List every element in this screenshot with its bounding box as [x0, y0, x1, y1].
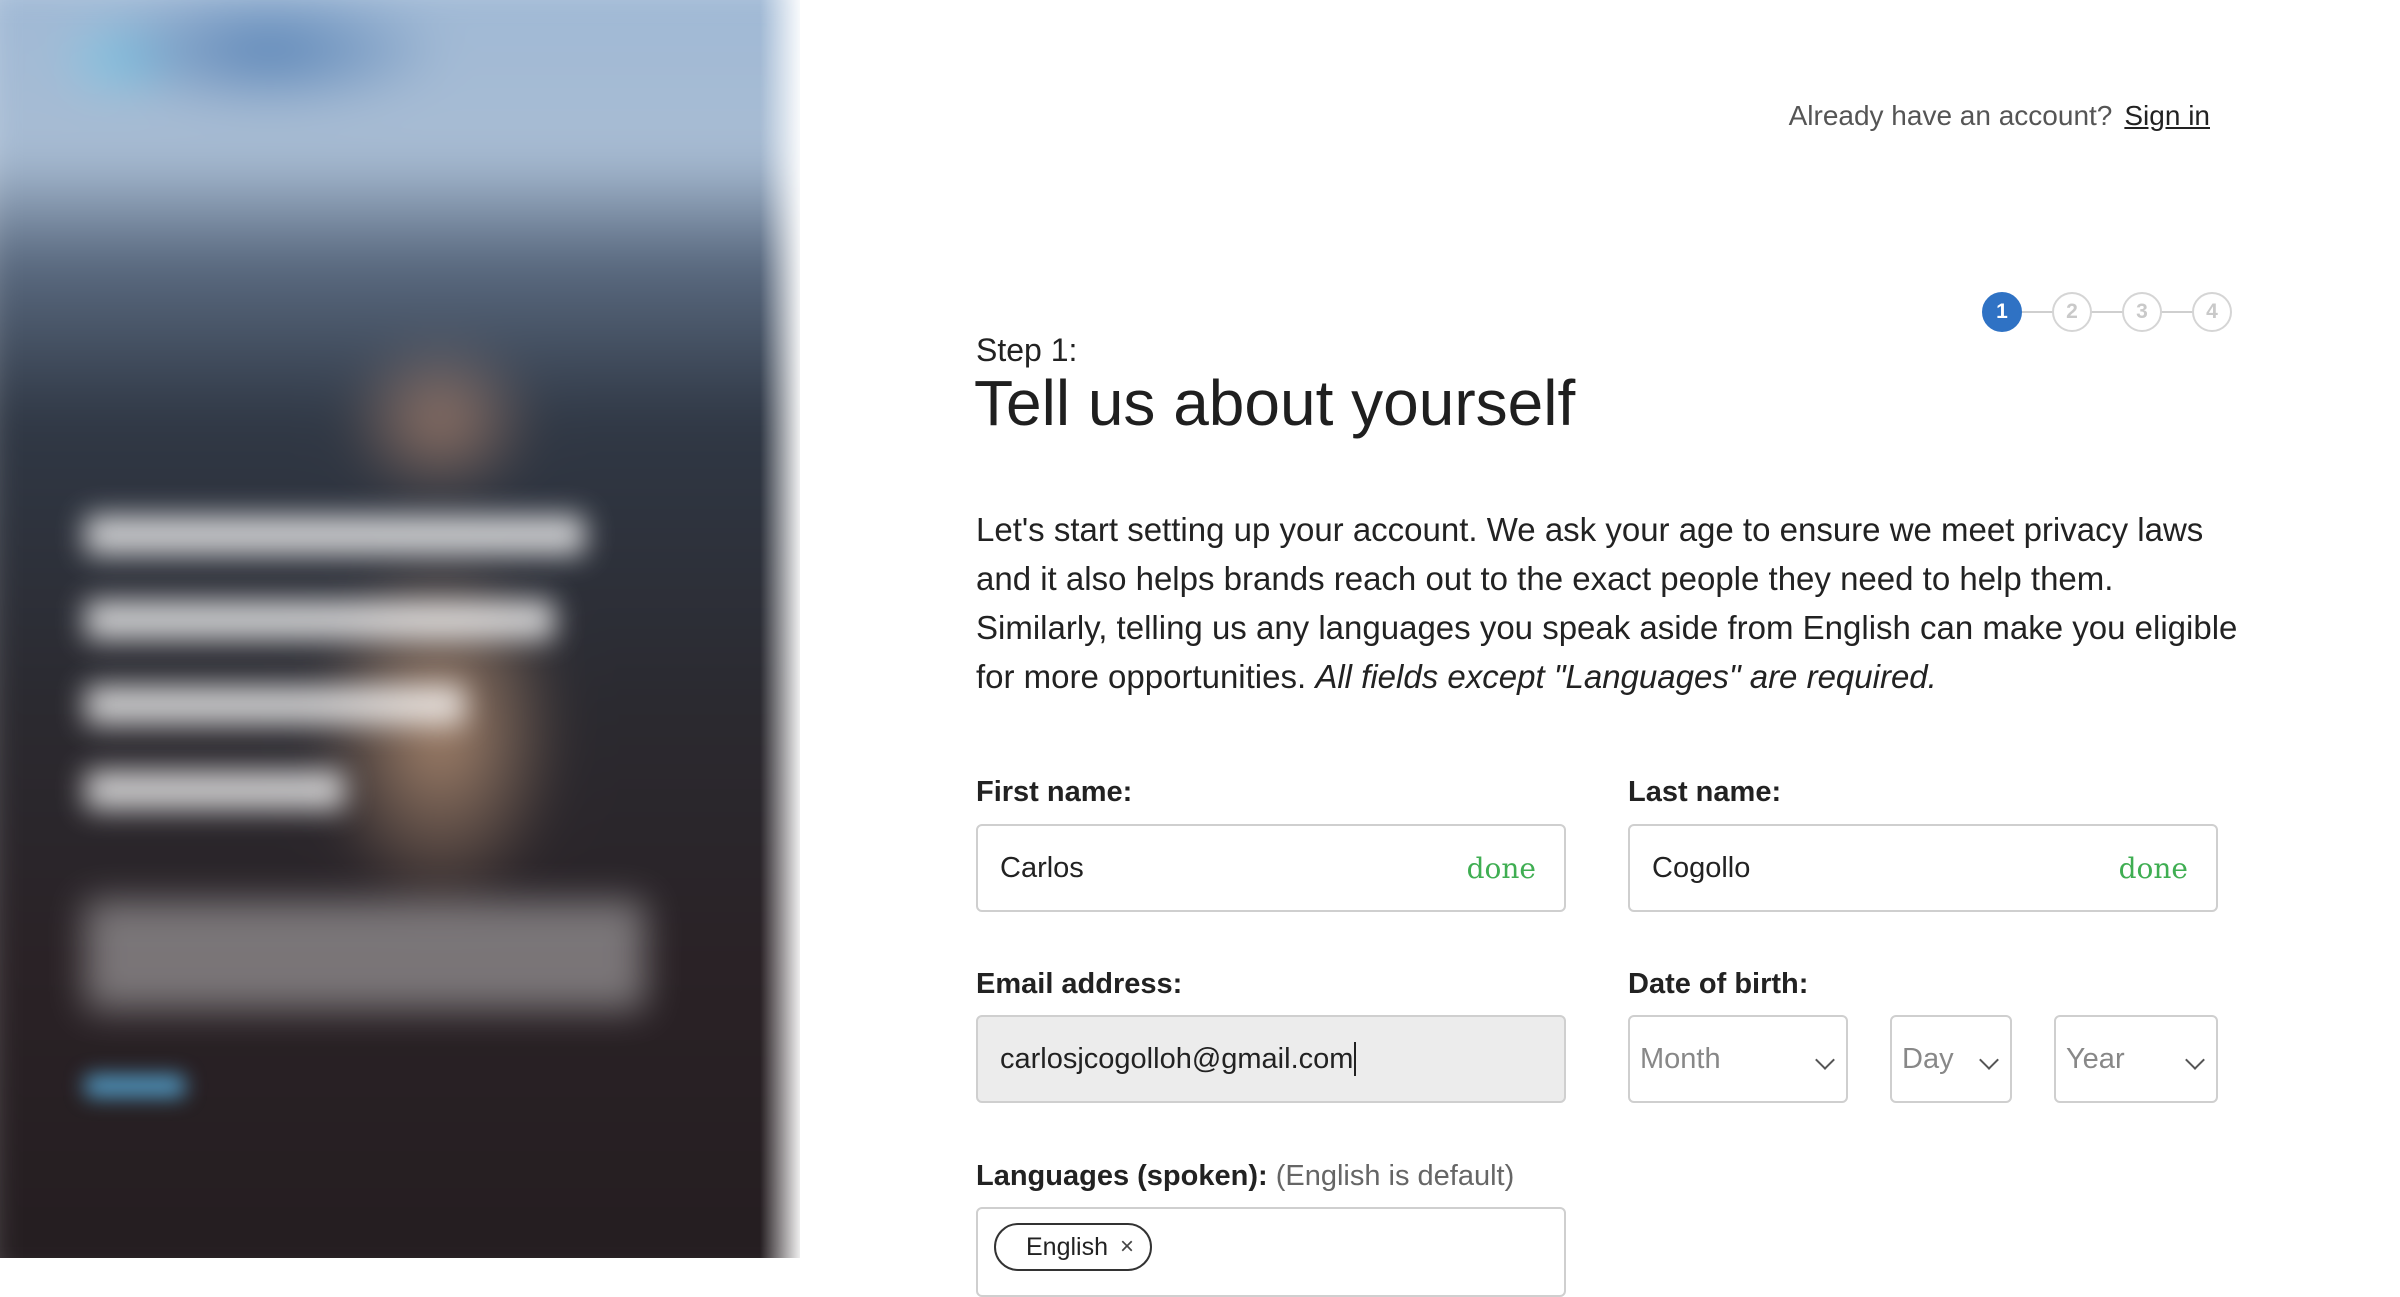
first-name-label: First name:	[976, 776, 1133, 808]
panel-edge-fade	[760, 0, 800, 1258]
step-3-indicator: 3	[2122, 292, 2162, 332]
last-name-value: Cogollo	[1652, 851, 1751, 884]
signin-prompt-text: Already have an account?	[1788, 100, 2113, 131]
blurred-body-text	[85, 900, 645, 1010]
first-name-done-icon: done	[1466, 852, 1536, 885]
languages-label: Languages (spoken): (English is default)	[976, 1160, 1514, 1193]
languages-input[interactable]: English ×	[976, 1207, 1566, 1297]
signin-link[interactable]: Sign in	[2124, 100, 2210, 131]
remove-chip-icon[interactable]: ×	[1120, 1233, 1134, 1261]
dob-month-placeholder: Month	[1640, 1042, 1721, 1075]
step-4-indicator: 4	[2192, 292, 2232, 332]
last-name-input[interactable]: Cogollo done	[1628, 824, 2218, 912]
progress-stepper: 1 2 3 4	[1982, 292, 2236, 332]
blurred-heading-line	[85, 515, 585, 555]
email-value: carlosjcogolloh@gmail.com	[1000, 1042, 1354, 1075]
first-name-input[interactable]: Carlos done	[976, 824, 1566, 912]
step-label: Step 1:	[976, 332, 1078, 368]
last-name-done-icon: done	[2118, 852, 2188, 885]
dob-year-placeholder: Year	[2066, 1042, 2125, 1075]
chevron-down-icon	[2185, 1050, 2205, 1070]
side-hero-image	[0, 0, 800, 1258]
dob-day-select[interactable]: Day	[1890, 1015, 2012, 1103]
page-title: Tell us about yourself	[974, 367, 1576, 439]
dob-label: Date of birth:	[1628, 968, 1809, 1000]
last-name-label: Last name:	[1628, 776, 1782, 808]
chevron-down-icon	[1815, 1050, 1835, 1070]
dob-day-placeholder: Day	[1902, 1042, 1954, 1075]
intro-paragraph: Let's start setting up your account. We …	[976, 505, 2246, 701]
blurred-heading-line	[85, 600, 555, 640]
first-name-value: Carlos	[1000, 851, 1084, 884]
required-note: All fields except "Languages" are requir…	[1315, 658, 1937, 695]
stepper-connector	[2020, 311, 2054, 313]
languages-label-text: Languages (spoken):	[976, 1160, 1268, 1192]
blurred-link	[85, 1075, 185, 1097]
language-chip-label: English	[1026, 1232, 1108, 1261]
blurred-heading-line	[85, 770, 345, 810]
stepper-connector	[2090, 311, 2124, 313]
languages-hint: (English is default)	[1275, 1160, 1515, 1192]
step-1-indicator: 1	[1982, 292, 2022, 332]
chevron-down-icon	[1979, 1050, 1999, 1070]
dob-year-select[interactable]: Year	[2054, 1015, 2218, 1103]
blurred-heading-line	[85, 685, 465, 725]
text-caret	[1354, 1042, 1357, 1076]
email-label: Email address:	[976, 968, 1183, 1000]
signin-prompt: Already have an account? Sign in	[1789, 100, 2210, 132]
dob-month-select[interactable]: Month	[1628, 1015, 1848, 1103]
language-chip: English ×	[994, 1223, 1153, 1271]
step-2-indicator: 2	[2052, 292, 2092, 332]
stepper-connector	[2160, 311, 2194, 313]
email-input[interactable]: carlosjcogolloh@gmail.com	[976, 1015, 1566, 1103]
